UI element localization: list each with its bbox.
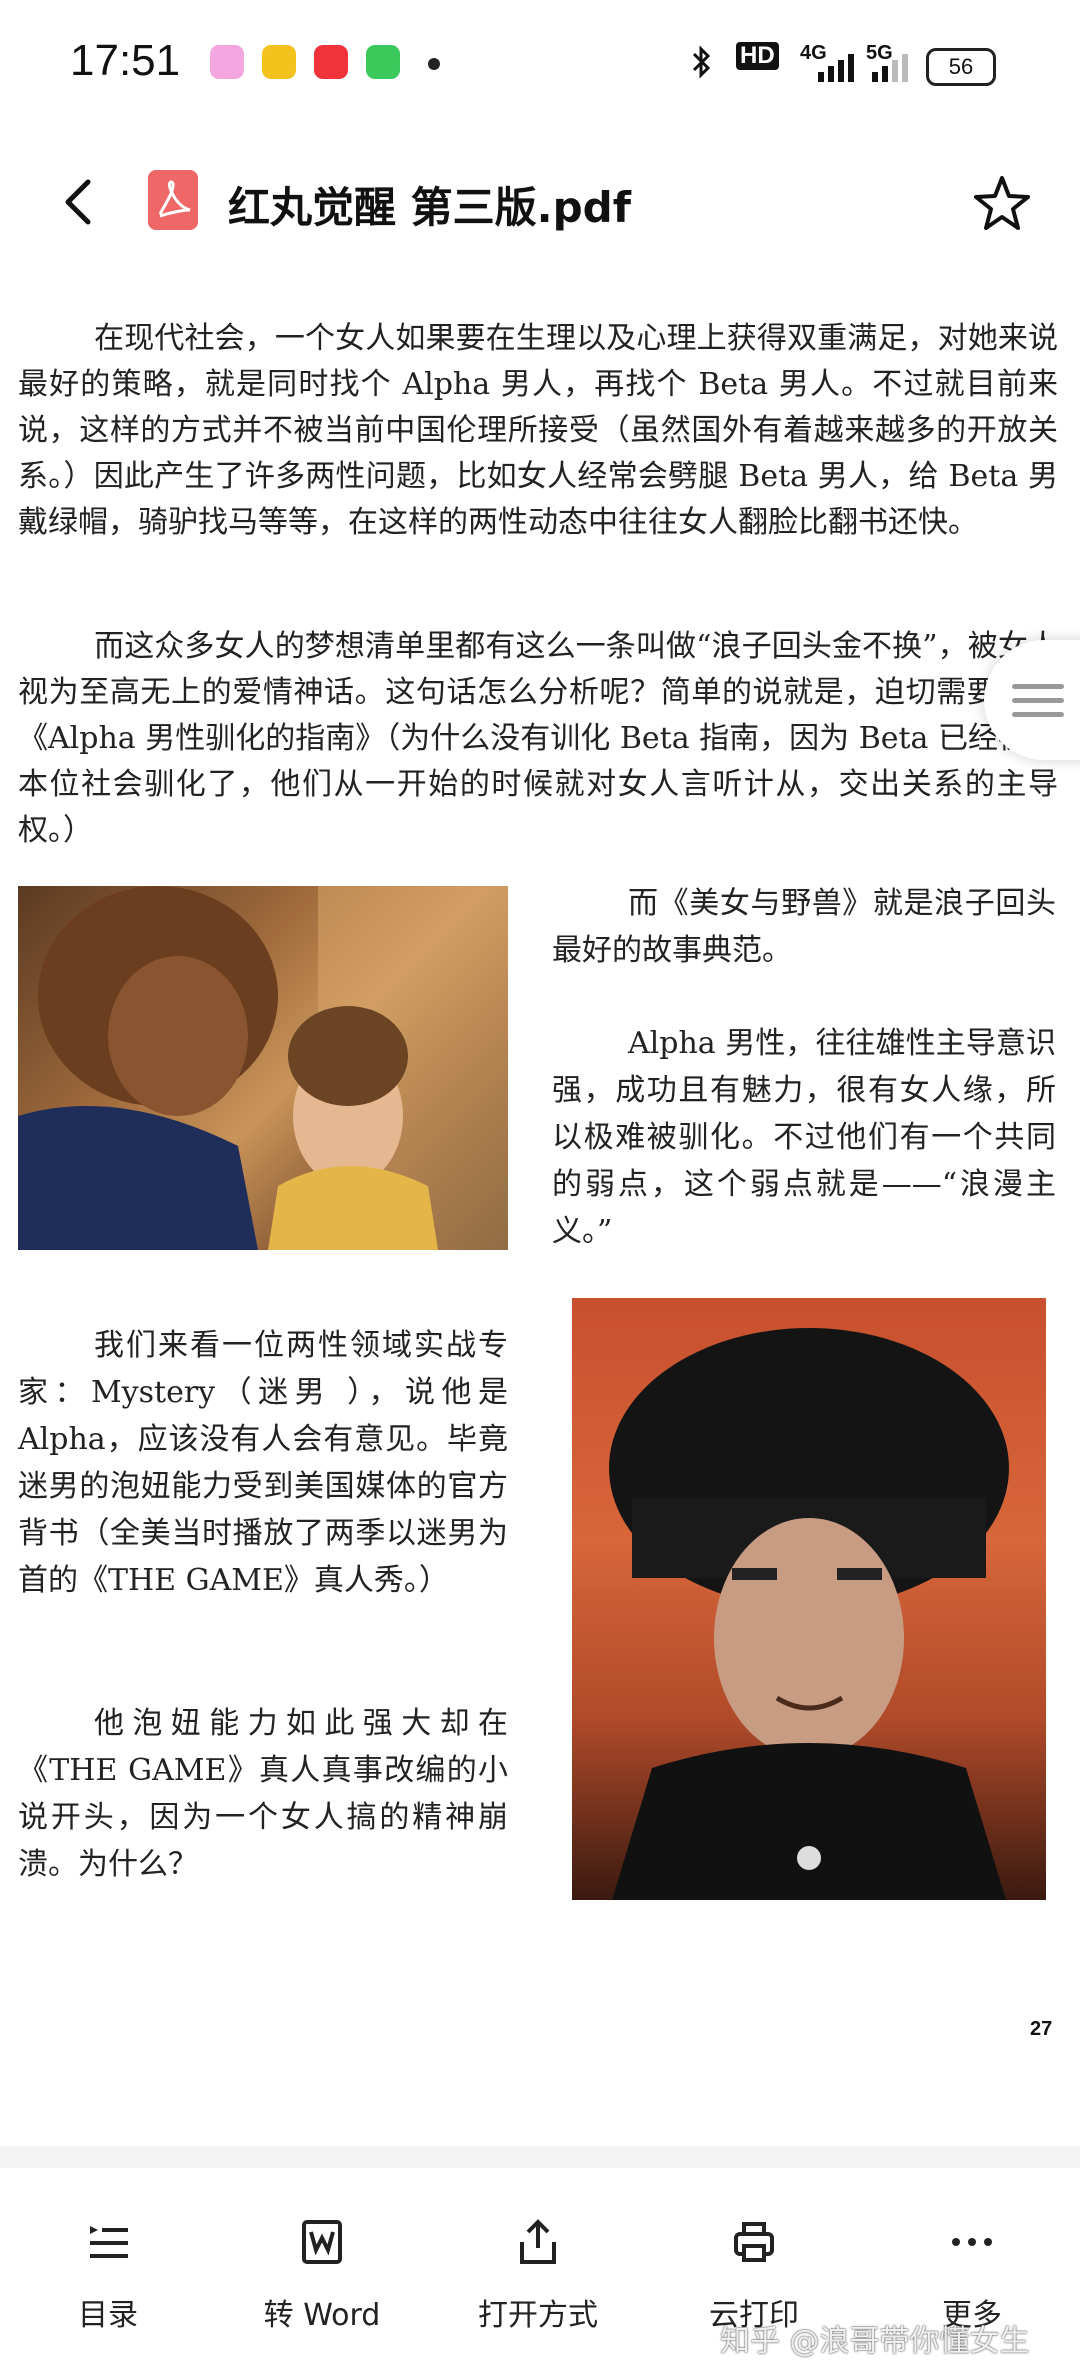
toolbar-button-open-with[interactable]: 打开方式 <box>438 2218 638 2358</box>
paragraph-2: 而这众多女人的梦想清单里都有这么一条叫做“浪子回头金不换”，被女人视为至高无上的… <box>18 624 1058 854</box>
list-icon <box>90 2226 128 2258</box>
signal-icon <box>818 54 854 82</box>
toolbar-label-open-with: 打开方式 <box>478 2298 598 2333</box>
back-arrow-icon[interactable] <box>50 172 110 232</box>
hd-badge: HD <box>736 42 779 70</box>
paragraph-1-text: 在现代社会，一个女人如果要在生理以及心理上获得双重满足，对她来说最好的策略，就是… <box>18 321 1058 540</box>
music-app-icon <box>314 45 348 79</box>
camera-app-icon <box>210 45 244 79</box>
status-bar: 17:51 HD 4G 5G 56 <box>0 0 1080 130</box>
phone-app-icon <box>366 45 400 79</box>
status-time: 17:51 <box>70 36 181 85</box>
battery-indicator: 56 <box>926 48 996 86</box>
bluetooth-icon <box>692 45 711 79</box>
page-number: 27 <box>1030 2018 1053 2040</box>
share-icon <box>520 2219 556 2264</box>
handle-line <box>1012 684 1064 689</box>
more-icon <box>952 2238 992 2246</box>
left-column-text-2: 他泡妞能力如此强大却在《THE GAME》真人真事改编的小说开头，因为一个女人搞… <box>18 1706 508 1882</box>
print-icon <box>734 2222 774 2262</box>
right-column-text-2: Alpha 男性，往往雄性主导意识强，成功且有魅力，很有女人缘，所以极难被驯化。… <box>552 1026 1056 1249</box>
document-title: 红丸觉醒 第三版.pdf <box>228 183 631 232</box>
toolbar-label-toc: 目录 <box>78 2298 138 2333</box>
signal2-icon <box>872 54 908 82</box>
mystery-portrait-image <box>572 1298 1046 1900</box>
beauty-and-beast-image <box>18 886 508 1250</box>
title-bar: 红丸觉醒 第三版.pdf <box>0 150 1080 260</box>
pdf-page[interactable]: 在现代社会，一个女人如果要在生理以及心理上获得双重满足，对她来说最好的策略，就是… <box>0 290 1080 2150</box>
right-column-text-1: 而《美女与野兽》就是浪子回头最好的故事典范。 <box>552 886 1056 968</box>
toolbar-divider <box>0 2146 1080 2168</box>
favorite-star-icon[interactable] <box>968 170 1036 238</box>
handle-line <box>1012 712 1064 717</box>
paragraph-2-text: 而这众多女人的梦想清单里都有这么一条叫做“浪子回头金不换”，被女人视为至高无上的… <box>18 629 1058 848</box>
paragraph-1: 在现代社会，一个女人如果要在生理以及心理上获得双重满足，对她来说最好的策略，就是… <box>18 316 1058 546</box>
pdf-file-icon <box>148 170 198 230</box>
toolbar-label-to-word: 转 Word <box>263 2298 381 2333</box>
zhihu-watermark: 知乎 @浪哥带你懂女生 <box>720 2324 1030 2359</box>
notification-dot-icon <box>428 58 440 70</box>
left-column-text-1: 我们来看一位两性领域实战专家：Mystery（迷男 ），说他是 Alpha，应该… <box>18 1328 508 1598</box>
car-app-icon <box>262 45 296 79</box>
toolbar-button-toc[interactable]: 目录 <box>8 2218 208 2358</box>
word-icon <box>302 2220 342 2264</box>
toolbar-button-to-word[interactable]: 转 Word <box>222 2218 422 2358</box>
handle-line <box>1012 698 1064 703</box>
